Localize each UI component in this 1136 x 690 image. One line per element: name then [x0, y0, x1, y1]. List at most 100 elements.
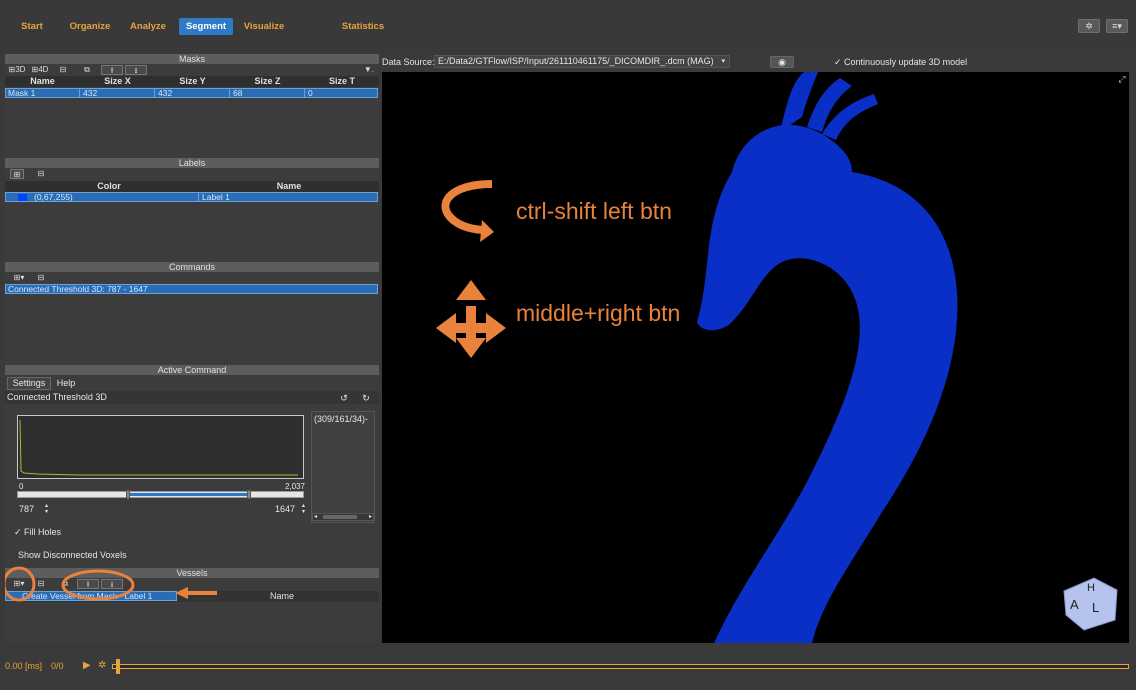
- add-label-icon[interactable]: ⊞: [10, 169, 24, 179]
- upper-threshold-value: 1647: [274, 504, 295, 514]
- col-size-t: Size T: [328, 76, 355, 86]
- histogram-min-label: 0: [19, 482, 24, 491]
- remove-mask-icon[interactable]: ⊟: [57, 65, 69, 75]
- histogram: [17, 415, 304, 479]
- tab-organize[interactable]: Organize: [66, 18, 114, 35]
- command-item-label: Connected Threshold 3D: 787 - 1647: [8, 285, 148, 294]
- list-item[interactable]: Connected Threshold 3D: 787 - 1647: [5, 284, 378, 294]
- timeline-handle[interactable]: [116, 659, 120, 674]
- commands-title: Commands: [5, 262, 379, 272]
- table-row[interactable]: (0,67,255) Label 1: [5, 192, 378, 202]
- labels-table-header: Color Name: [5, 181, 379, 192]
- checkmark-icon: ✓: [834, 57, 845, 67]
- app-window: Start Organize Analyze Segment Visualize…: [0, 0, 1136, 690]
- gear-icon[interactable]: ✲: [98, 660, 108, 671]
- add-4d-label: 4D: [38, 65, 49, 74]
- seed-list-scrollbar[interactable]: ◂ ▸: [312, 513, 374, 521]
- fill-holes-checkbox[interactable]: ✓ Fill Holes: [14, 527, 61, 538]
- hamburger-menu-icon[interactable]: ≡▾: [1106, 19, 1128, 33]
- cube-label-l: L: [1092, 600, 1100, 615]
- tab-help[interactable]: Help: [53, 378, 79, 390]
- annotation-arrow-icon: [175, 587, 217, 599]
- tab-segment[interactable]: Segment: [179, 18, 233, 35]
- copy-mask-icon[interactable]: ⧉: [81, 65, 93, 75]
- add-3d-label: 3D: [15, 65, 26, 74]
- tab-analyze[interactable]: Analyze: [126, 18, 170, 35]
- timeline-slider[interactable]: [112, 659, 1129, 674]
- add-3d-mask-button[interactable]: ⊞3D: [6, 65, 28, 75]
- add-command-icon[interactable]: ⊞▾: [10, 273, 28, 283]
- tab-settings[interactable]: Settings: [7, 377, 51, 390]
- 3d-viewport[interactable]: ctrl-shift left btn middle+right btn H A…: [382, 72, 1129, 643]
- continuous-update-checkbox[interactable]: ✓ Continuously update 3D model: [834, 54, 967, 70]
- col-size-y: Size Y: [179, 76, 206, 86]
- upper-threshold-spinbox[interactable]: 1647 ▴ ▾: [267, 503, 307, 515]
- data-source-value: E:/Data2/GTFlow/ISP/Input/261110461175/_…: [438, 56, 714, 66]
- maximize-icon[interactable]: ⤢: [1117, 74, 1127, 84]
- data-source-select[interactable]: E:/Data2/GTFlow/ISP/Input/261110461175/_…: [434, 55, 730, 68]
- label-name-cell: Label 1: [202, 193, 230, 202]
- mask-name-cell: Mask 1: [8, 89, 36, 98]
- table-row[interactable]: Mask 1 432 432 68 0: [5, 88, 378, 98]
- undo-icon[interactable]: ↺: [335, 393, 353, 403]
- add-4d-mask-button[interactable]: ⊞4D: [29, 65, 51, 75]
- fill-holes-label: Fill Holes: [24, 527, 62, 537]
- lower-threshold-value: 787: [19, 504, 35, 514]
- remove-command-icon[interactable]: ⊟: [35, 273, 47, 283]
- seed-point-text: (309/161/34)-: [314, 414, 369, 424]
- mask-size-x-cell: 432: [83, 89, 98, 98]
- col-size-z: Size Z: [254, 76, 281, 86]
- download-icon[interactable]: ⭳: [125, 65, 147, 75]
- data-source-label: Data Source:: [382, 57, 435, 67]
- commands-list-area: [5, 295, 379, 364]
- threshold-range-slider[interactable]: [17, 490, 304, 499]
- col-name: Name: [30, 76, 55, 86]
- seed-list[interactable]: (309/161/34)- ◂ ▸: [311, 411, 375, 523]
- mask-size-y-cell: 432: [158, 89, 173, 98]
- top-nav-bar: Start Organize Analyze Segment Visualize…: [0, 0, 1136, 52]
- tab-statistics[interactable]: Statistics: [338, 18, 388, 35]
- masks-table-header: Name Size X Size Y Size Z Size T: [5, 76, 379, 87]
- left-panel: Masks ⊞3D ⊞4D ⊟ ⧉ ⭱ ⭳ ▼. Name Size X Siz…: [5, 54, 379, 644]
- vessels-list-area: [5, 603, 379, 643]
- mask-size-t-cell: 0: [308, 89, 313, 98]
- masks-list-area: [5, 99, 379, 156]
- annotation-circle: [5, 566, 36, 602]
- color-swatch: [18, 194, 27, 201]
- filter-icon[interactable]: ▼.: [361, 65, 377, 75]
- spin-arrows-icon[interactable]: ▴ ▾: [45, 503, 48, 515]
- show-disconnected-label: Show Disconnected Voxels: [18, 550, 127, 560]
- eye-icon[interactable]: ◉: [770, 56, 794, 68]
- masks-title: Masks: [5, 54, 379, 64]
- cube-label-a: A: [1070, 597, 1079, 612]
- redo-icon[interactable]: ↻: [357, 393, 375, 403]
- continuous-update-label: Continuously update 3D model: [844, 57, 968, 67]
- spin-arrows-icon[interactable]: ▴ ▾: [302, 503, 305, 515]
- tab-visualize[interactable]: Visualize: [241, 18, 287, 35]
- pan-hint-text: middle+right btn: [516, 300, 681, 326]
- show-disconnected-checkbox[interactable]: Show Disconnected Voxels: [18, 550, 127, 560]
- labels-list-area: [5, 203, 379, 260]
- remove-label-icon[interactable]: ⊟: [35, 169, 47, 179]
- col-label-name: Name: [276, 181, 302, 191]
- annotation-overlay: [5, 566, 217, 602]
- frame-readout: 0/0: [51, 661, 64, 671]
- checkmark-icon: ✓: [14, 527, 25, 537]
- gears-icon[interactable]: ✲: [1078, 19, 1100, 33]
- range-fill: [128, 493, 249, 496]
- rotate-hint-text: ctrl-shift left btn: [516, 198, 672, 224]
- col-color: Color: [97, 181, 121, 191]
- histogram-max-label: 2,037: [284, 482, 305, 491]
- data-source-bar: Data Source: E:/Data2/GTFlow/ISP/Input/2…: [382, 54, 1136, 70]
- lower-threshold-handle[interactable]: [126, 490, 130, 499]
- lower-threshold-spinbox[interactable]: 787 ▴ ▾: [19, 503, 53, 515]
- col-size-x: Size X: [104, 76, 131, 86]
- play-icon[interactable]: ▶: [83, 660, 93, 671]
- masks-toolbar: ⊞3D ⊞4D ⊟ ⧉ ⭱ ⭳ ▼.: [5, 64, 379, 76]
- mask-size-z-cell: 68: [233, 89, 243, 98]
- upload-icon[interactable]: ⭱: [101, 65, 123, 75]
- histogram-curve: [19, 419, 298, 476]
- tab-start[interactable]: Start: [12, 18, 52, 35]
- time-readout: 0.00 [ms]: [5, 661, 43, 671]
- upper-threshold-handle[interactable]: [247, 490, 251, 499]
